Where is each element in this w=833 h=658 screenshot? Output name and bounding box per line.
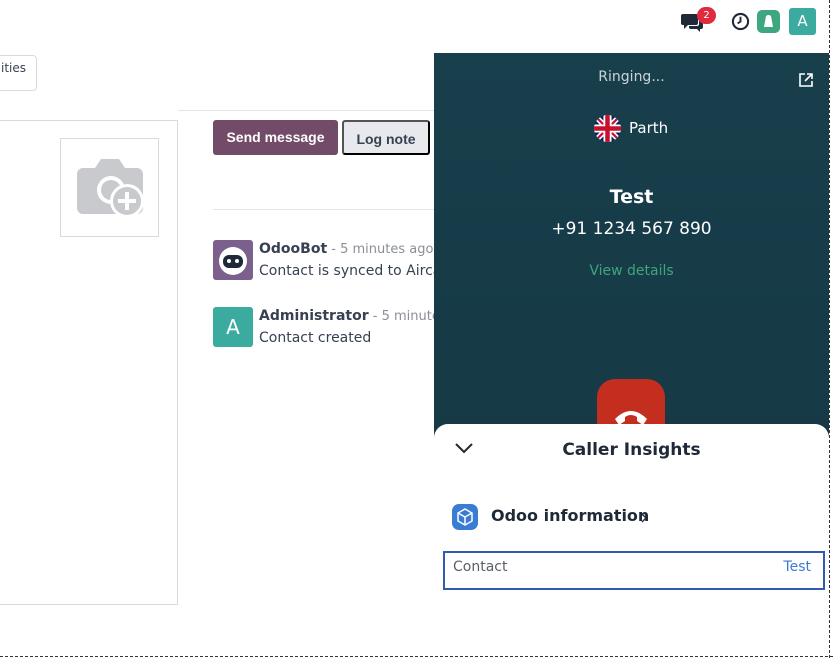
popout-icon[interactable] xyxy=(798,72,814,88)
message-body: Contact is synced to Aircall xyxy=(259,263,434,279)
caller-country: Parth xyxy=(629,119,669,137)
caller-insights-sheet: Caller Insights Odoo information Contact… xyxy=(434,424,829,658)
app-icon[interactable] xyxy=(757,10,780,33)
selection-edge xyxy=(829,0,830,658)
send-message-button[interactable]: Send message xyxy=(213,120,338,155)
view-details-link[interactable]: View details xyxy=(434,263,829,279)
chevron-right-icon[interactable] xyxy=(640,513,648,523)
message-time: - 5 minutes ago xyxy=(372,309,434,324)
activities-tab-button[interactable]: ities xyxy=(0,55,37,91)
caller-name: Test xyxy=(609,186,654,208)
log-note-button[interactable]: Log note xyxy=(342,120,430,155)
contact-value-link[interactable]: Test xyxy=(783,559,811,575)
camera-add-icon xyxy=(77,159,144,218)
tab-label: ities xyxy=(1,61,27,75)
message-body: Contact created xyxy=(259,330,372,346)
insights-title: Caller Insights xyxy=(562,440,701,460)
chat-badge: 2 xyxy=(697,7,716,24)
chatter-divider xyxy=(213,209,434,210)
message-author: Administrator - 5 minutes ago xyxy=(259,308,434,324)
uk-flag-icon xyxy=(594,115,621,142)
chatter-message: OdooBot - 5 minutes ago Contact is synce… xyxy=(213,240,434,284)
odoo-information-link[interactable]: Odoo information xyxy=(491,506,649,525)
odoobot-avatar[interactable] xyxy=(213,240,253,280)
selection-edge xyxy=(0,656,833,657)
call-status: Ringing... xyxy=(598,69,665,85)
softphone-panel: Ringing... Parth Test +91 1234 567 890 V… xyxy=(434,53,829,658)
divider xyxy=(178,110,434,111)
clock-icon[interactable] xyxy=(731,12,750,31)
author-name: OdooBot xyxy=(259,241,328,257)
top-navbar: 2 A xyxy=(0,0,833,46)
message-time: - 5 minutes ago xyxy=(327,242,434,257)
chatter-message: A Administrator - 5 minutes ago Contact … xyxy=(213,307,434,351)
odoo-cube-icon xyxy=(452,504,478,530)
contact-photo-placeholder[interactable] xyxy=(60,138,159,237)
contact-key: Contact xyxy=(453,559,508,575)
user-avatar[interactable]: A xyxy=(789,8,816,35)
administrator-avatar[interactable]: A xyxy=(213,307,253,347)
contact-row[interactable]: Contact Test xyxy=(443,551,825,590)
message-author: OdooBot - 5 minutes ago xyxy=(259,241,433,257)
caller-number: +91 1234 567 890 xyxy=(551,219,712,239)
author-name: Administrator xyxy=(259,308,369,324)
